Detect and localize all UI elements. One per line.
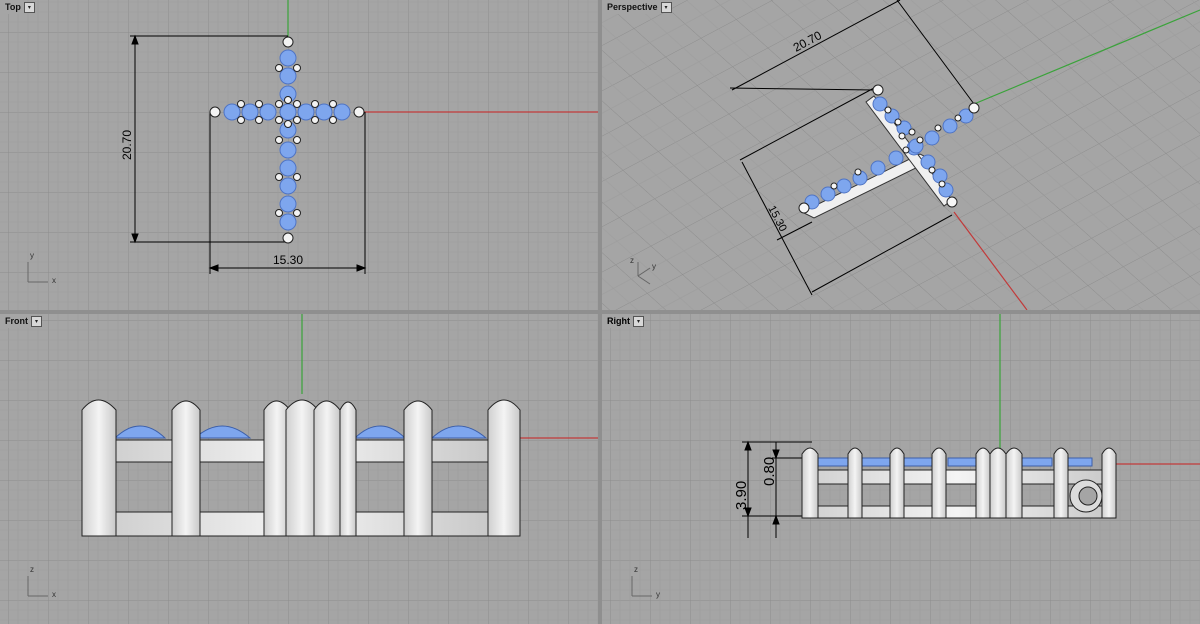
viewport-menu-icon[interactable]: ▾ xyxy=(31,315,42,327)
viewport-menu-icon[interactable]: ▾ xyxy=(23,1,35,13)
width-dim-label: 15.30 xyxy=(273,253,303,267)
viewport-title-perspective[interactable]: Perspective ▾ xyxy=(602,0,672,14)
viewport-menu-icon[interactable]: ▾ xyxy=(660,1,672,13)
viewport-title-label: Top xyxy=(0,0,24,14)
viewport-top[interactable]: 20.70 15.30 y x Top ▾ xyxy=(0,0,598,310)
viewport-title-label: Perspective xyxy=(602,0,661,14)
viewport-menu-icon[interactable]: ▾ xyxy=(633,315,644,327)
viewport-title-top[interactable]: Top ▾ xyxy=(0,0,35,14)
height-dim-label: 20.70 xyxy=(120,130,134,160)
axis-label-v: y xyxy=(30,251,34,260)
axis-label-h: x xyxy=(52,590,56,599)
viewport-title-label: Front xyxy=(0,314,31,328)
top-view-canvas[interactable]: 20.70 15.30 xyxy=(0,0,598,310)
viewport-right[interactable]: 3.90 0.80 z y Right ▾ xyxy=(602,314,1200,624)
axis-label-v: z xyxy=(634,565,638,574)
front-view-canvas[interactable] xyxy=(0,314,598,624)
axis-label-v: z xyxy=(30,565,34,574)
cross-right-elevation[interactable] xyxy=(801,447,1117,519)
perspective-view-canvas[interactable]: 20.70 15.30 xyxy=(602,0,1200,310)
viewport-perspective[interactable]: 20.70 15.30 z y Perspective ▾ xyxy=(602,0,1200,310)
axis-label-h: y xyxy=(652,262,656,271)
viewport-title-right[interactable]: Right ▾ xyxy=(602,314,644,328)
axis-label-v: z xyxy=(630,256,634,265)
viewport-title-front[interactable]: Front ▾ xyxy=(0,314,42,328)
viewport-front[interactable]: z x Front ▾ xyxy=(0,314,598,624)
axis-label-h: x xyxy=(52,276,56,285)
height-total-label: 3.90 xyxy=(733,481,750,510)
axis-label-h: y xyxy=(656,590,660,599)
viewport-title-label: Right xyxy=(602,314,633,328)
height-top-label: 0.80 xyxy=(761,457,778,486)
right-view-canvas[interactable]: 3.90 0.80 xyxy=(602,314,1200,624)
